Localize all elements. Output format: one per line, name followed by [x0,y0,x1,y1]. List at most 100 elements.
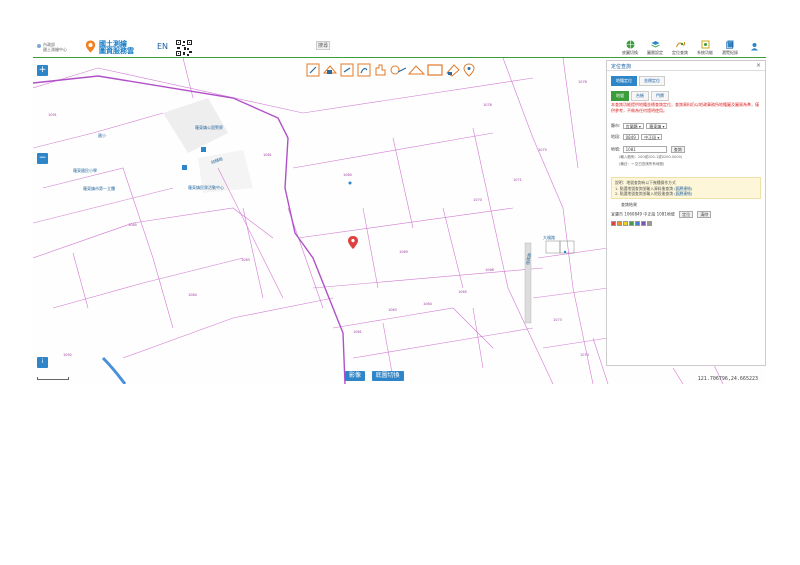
tool-basemap[interactable]: 底圖切換 [622,40,638,56]
tab-lot-number[interactable]: 地號 [611,91,629,101]
map-pin-logo-icon [85,40,96,53]
parcel-label: 1084 [188,293,197,297]
result-text[interactable]: 宜蘭市 1060849 中正段 1081地號 [611,212,675,217]
location-query-panel: 定位查詢 × 地籍定位 坐標定位 地號 台帳 門牌 本查詢功能提供地籍坐標查詢定… [606,60,766,366]
label-road-3: 大福路 [543,235,555,240]
draw-pen-icon[interactable] [306,63,320,77]
poi-dot [348,181,352,185]
eraser-icon[interactable] [446,64,460,77]
color-swatch[interactable] [647,221,652,226]
tip-link[interactable]: (圖層連結) [674,186,692,191]
tool-label: 瀏覽紀錄 [722,50,738,55]
tool-label: 圖層設定 [647,50,663,55]
tool-label: 系統功能 [697,50,713,55]
map-toolbar [306,63,475,77]
color-swatch[interactable] [635,221,640,226]
tool-history[interactable]: 瀏覽紀錄 [722,40,738,56]
tip-text: 1. 點選地號查詢並輸入資料後查詢 [615,185,673,191]
locate-icon [675,41,685,48]
parcel-label: 1065 [458,290,467,294]
label-school: 國小 [98,133,106,138]
lot-number-input[interactable]: 1081 [622,146,667,153]
clear-result-button[interactable]: 清除 [697,211,712,218]
rectangle-icon[interactable] [427,64,443,76]
query-button[interactable]: 查詢 [670,146,685,153]
parcel-label: 1085 [128,223,137,227]
tip-text: 2. 點選地號查詢並輸入地段後查詢 [615,191,673,196]
parcel-label: 1070 [473,198,482,202]
rotate-icon[interactable] [357,63,371,77]
label-school-name: 羅東國民小學 [73,168,97,173]
lot-row: 地號: 1081 查詢 [611,146,685,153]
parking-icon[interactable] [201,147,206,152]
parcel-label: 1075 [538,148,547,152]
org-name[interactable]: 內政部 國土測繪中心 [43,42,67,52]
layer-add-icon[interactable] [340,63,354,77]
panel-title: 定位查詢 [611,64,632,70]
org-logo-icon [37,44,41,48]
tool-system[interactable]: 系統功能 [697,40,713,56]
tool-locate[interactable]: 定位查詢 [672,40,688,56]
section-code-input[interactable]: 0849 [622,134,639,140]
tab-coordinate[interactable]: 坐標定位 [639,76,665,86]
measure-distance-icon[interactable] [390,65,407,75]
section-row: 地段: 0849 中正段 ▾ [611,134,663,140]
parcel-label: 1076 [483,103,492,107]
user-icon[interactable] [750,42,759,51]
town-select[interactable]: 羅東鎮 ▾ [646,123,668,129]
site-logo[interactable]: 國土測繪 圖資服務雲 [99,40,134,54]
history-icon [725,40,733,49]
info-button[interactable]: i [37,357,48,368]
notice-text: 本查詢功能提供地籍坐標查詢定位，查詢資料仍以地政事務所地籍圖及圖資為準，僅供參考… [611,102,759,113]
result-row: 宜蘭市 1060849 中正段 1081地號 定位 清除 [611,211,712,218]
tip-line: 2. 點選地號查詢並輸入地段後查詢 (圖層連結) [615,191,757,197]
label-building: 羅東鎮民眾活動中心 [188,185,224,190]
tab-address[interactable]: 門牌 [651,91,669,101]
search-button[interactable]: 搜尋 [316,41,330,50]
color-swatch[interactable] [617,221,622,226]
lot-label: 地號: [611,146,621,152]
tip-link[interactable]: (圖層連結) [674,191,692,196]
town-value: 羅東鎮 [649,124,662,129]
county-label: 縣市: [611,123,621,128]
county-select[interactable]: 宜蘭縣 ▾ [622,123,644,129]
qr-code-icon[interactable] [175,39,193,57]
label-police: 羅東鎮公園警察 [195,125,223,130]
marker-icon[interactable] [463,63,475,77]
close-icon[interactable]: × [756,62,761,69]
parcel-label: 1091 [48,113,57,117]
parking-icon[interactable] [182,165,187,170]
poi-dot [563,250,567,254]
globe-icon [626,40,634,49]
locate-result-button[interactable]: 定位 [679,211,694,218]
tab-cadastral[interactable]: 地籍定位 [611,76,637,86]
color-swatch[interactable] [629,221,634,226]
input-hint-note: (備註：→ 空白查詢所有地號) [619,162,665,166]
tab-ledger[interactable]: 台帳 [631,91,649,101]
result-count: 查詢結果 [621,202,637,207]
color-swatch[interactable] [623,221,628,226]
color-swatch[interactable] [641,221,646,226]
zoom-in-button[interactable]: + [37,65,48,76]
layers-icon [650,41,660,48]
polyline-icon[interactable] [407,65,426,75]
basemap-toggle-button[interactable]: 底圖切換 [371,371,404,381]
hand-pan-icon[interactable] [375,64,386,76]
parcel-label: 1074 [580,353,589,357]
input-hint: (輸入範例：200或200-1或0200-0000) [619,155,683,159]
parcel-label: 1064 [423,302,432,306]
color-swatch[interactable] [611,221,616,226]
english-button[interactable]: EN [157,42,168,51]
org-line2: 國土測繪中心 [43,47,67,52]
measure-area-icon[interactable] [322,65,338,74]
tip-box: 說明：地號查詢有以下幾種操作方式 1. 點選地號查詢並輸入資料後查詢 (圖層連結… [611,177,761,199]
bottom-button-group: 影像 底圖切換 [345,371,409,381]
section-select[interactable]: 中正段 ▾ [641,134,663,140]
tool-layers[interactable]: 圖層設定 [647,40,663,56]
zoom-out-button[interactable]: − [37,153,48,164]
parcel-label: 1073 [553,318,562,322]
tool-label: 底圖切換 [622,50,638,55]
parcel-label: 1078 [578,80,587,84]
tool-label: 定位查詢 [672,50,688,55]
image-button[interactable]: 影像 [345,371,366,381]
